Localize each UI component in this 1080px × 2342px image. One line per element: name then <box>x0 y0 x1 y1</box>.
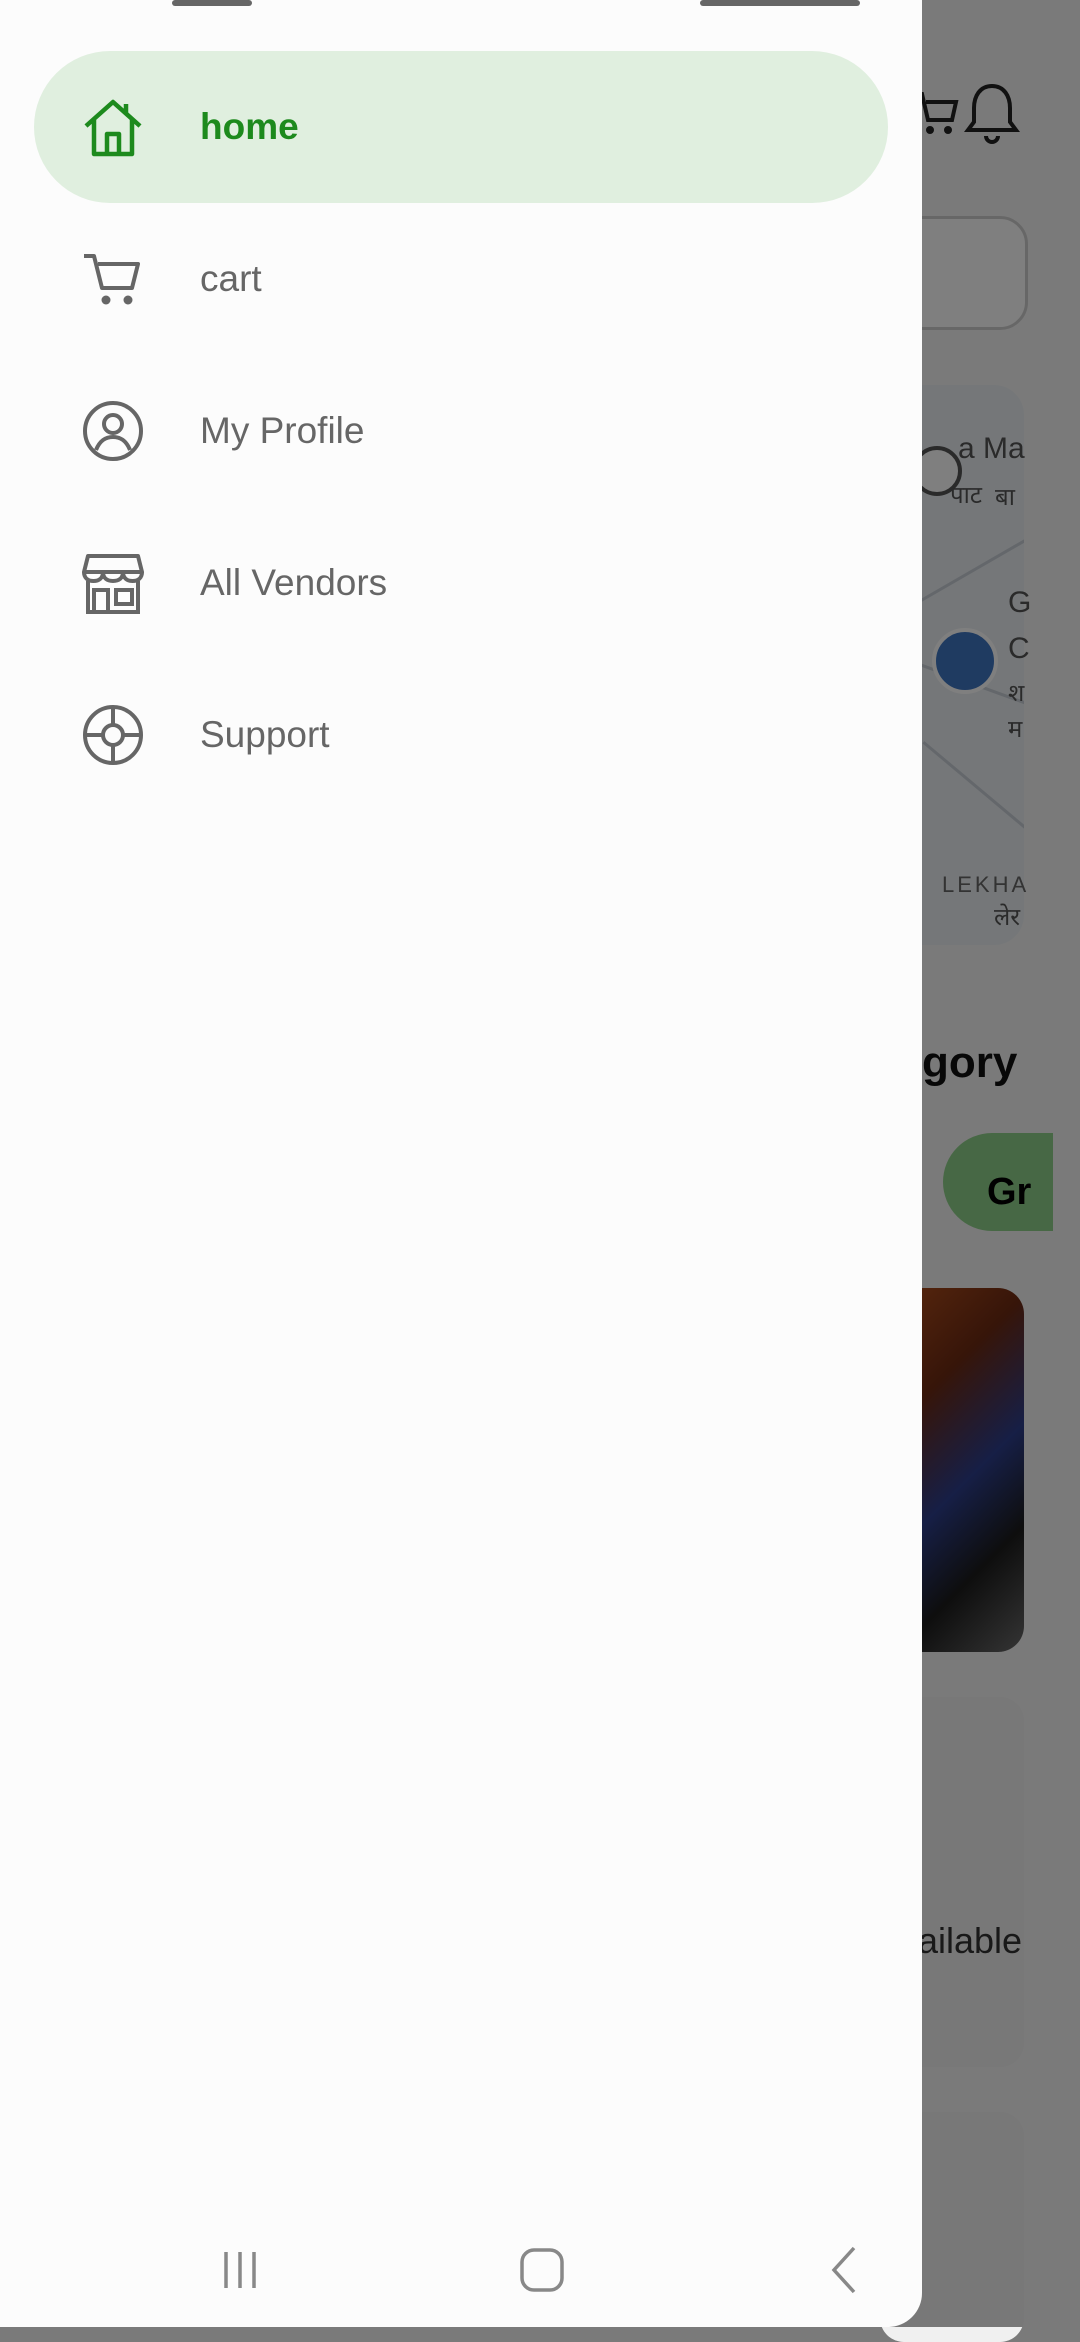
drawer-item-label: cart <box>200 258 262 299</box>
drawer-item-support[interactable]: Support <box>34 659 888 811</box>
drawer-item-label: Support <box>200 714 330 755</box>
profile-icon <box>80 398 146 464</box>
support-icon <box>80 702 146 768</box>
recent-apps-icon[interactable] <box>200 2230 280 2310</box>
drawer-item-label: home <box>200 106 299 147</box>
back-icon[interactable] <box>806 2230 886 2310</box>
system-nav-bar <box>0 2216 922 2316</box>
navigation-drawer: home cart My Profile All Vendors Support <box>0 0 922 2327</box>
home-button-icon[interactable] <box>502 2230 582 2310</box>
drawer-item-home[interactable]: home <box>34 51 888 203</box>
drawer-item-my-profile[interactable]: My Profile <box>34 355 888 507</box>
status-bar-fragment <box>700 0 860 6</box>
drawer-item-label: My Profile <box>200 410 365 451</box>
drawer-item-all-vendors[interactable]: All Vendors <box>34 507 888 659</box>
store-icon <box>80 550 146 616</box>
drawer-item-cart[interactable]: cart <box>34 203 888 355</box>
home-icon <box>80 94 146 160</box>
drawer-item-label: All Vendors <box>200 562 388 603</box>
status-bar-fragment <box>172 0 252 6</box>
cart-icon <box>80 246 146 312</box>
